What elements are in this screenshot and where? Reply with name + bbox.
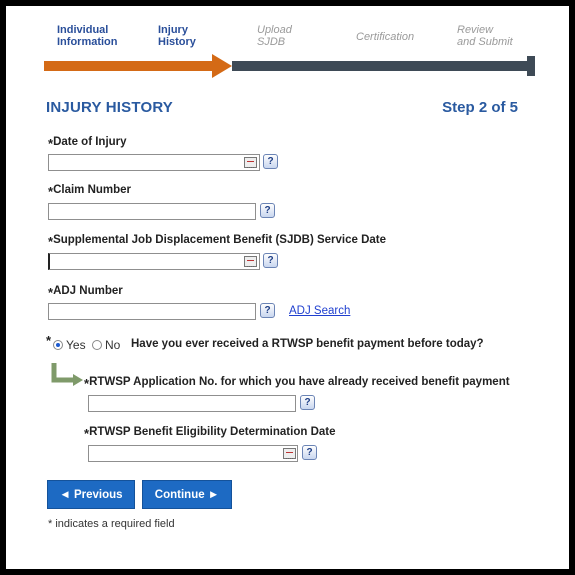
step-injury-history: Injury History	[158, 24, 196, 48]
radio-yes[interactable]	[53, 340, 63, 350]
step-review-submit: Review and Submit	[457, 24, 513, 48]
calendar-icon[interactable]	[244, 157, 257, 168]
help-icon[interactable]: ?	[263, 154, 278, 169]
field-label-text: RTWSP Application No. for which you have…	[89, 376, 510, 388]
step-label-line1: Certification	[356, 31, 415, 43]
adj-number-field[interactable]	[48, 303, 256, 320]
step-label-line2: and Submit	[457, 36, 513, 48]
radio-no[interactable]	[92, 340, 102, 350]
help-icon[interactable]: ?	[260, 303, 275, 318]
step-label-line2: SJDB	[257, 36, 286, 48]
calendar-icon[interactable]	[283, 448, 296, 459]
help-icon[interactable]: ?	[260, 203, 275, 218]
progress-bar-end-cap	[527, 56, 535, 76]
rtwsp-eligibility-date-field[interactable]	[88, 445, 298, 462]
required-field-note: * indicates a required field	[48, 518, 175, 530]
sjdb-service-date-label: *Supplemental Job Displacement Benefit (…	[48, 234, 386, 249]
step-label-line1: Review	[457, 24, 494, 36]
field-label-text: RTWSP Benefit Eligibility Determination …	[89, 426, 336, 438]
rtwsp-eligibility-date-label: *RTWSP Benefit Eligibility Determination…	[84, 426, 336, 441]
calendar-icon[interactable]	[244, 256, 257, 267]
adj-number-label: *ADJ Number	[48, 285, 123, 300]
progress-bar-remaining	[232, 61, 530, 71]
rtwsp-application-number-field[interactable]	[88, 395, 296, 412]
help-icon[interactable]: ?	[302, 445, 317, 460]
sjdb-service-date-field[interactable]	[48, 253, 260, 270]
required-marker: *	[46, 333, 52, 348]
step-individual-information[interactable]: Individual Information	[57, 24, 118, 48]
help-icon[interactable]: ?	[300, 395, 315, 410]
progress-arrow-icon	[212, 54, 232, 78]
step-label-line2: Information	[57, 36, 118, 48]
field-label-text: Claim Number	[53, 184, 132, 196]
step-label-line1: Individual	[57, 24, 109, 36]
step-label-line1: Upload	[257, 24, 292, 36]
step-upload-sjdb: Upload SJDB	[257, 24, 292, 48]
rtwsp-question-text: Have you ever received a RTWSP benefit p…	[131, 338, 484, 350]
radio-yes-label[interactable]: Yes	[66, 338, 86, 352]
field-label-text: ADJ Number	[53, 285, 123, 297]
subquestion-arrow-icon	[51, 363, 83, 386]
step-label-line1: Injury	[158, 24, 188, 36]
help-icon[interactable]: ?	[263, 253, 278, 268]
step-counter: Step 2 of 5	[442, 99, 518, 116]
step-label-line2: History	[158, 36, 196, 48]
step-certification: Certification	[356, 31, 414, 43]
page-title: INJURY HISTORY	[46, 99, 173, 116]
previous-button[interactable]: ◄ Previous	[47, 480, 135, 509]
date-of-injury-label: *Date of Injury	[48, 136, 127, 151]
continue-button[interactable]: Continue ►	[142, 480, 232, 509]
date-of-injury-field[interactable]	[48, 154, 260, 171]
claim-number-field[interactable]	[48, 203, 256, 220]
field-label-text: Supplemental Job Displacement Benefit (S…	[53, 234, 387, 246]
field-label-text: Date of Injury	[53, 136, 127, 148]
claim-number-label: *Claim Number	[48, 184, 131, 199]
radio-no-label[interactable]: No	[105, 338, 120, 352]
rtwsp-application-number-label: *RTWSP Application No. for which you hav…	[84, 376, 510, 391]
adj-search-link[interactable]: ADJ Search	[289, 305, 350, 317]
progress-bar-completed	[44, 61, 216, 71]
